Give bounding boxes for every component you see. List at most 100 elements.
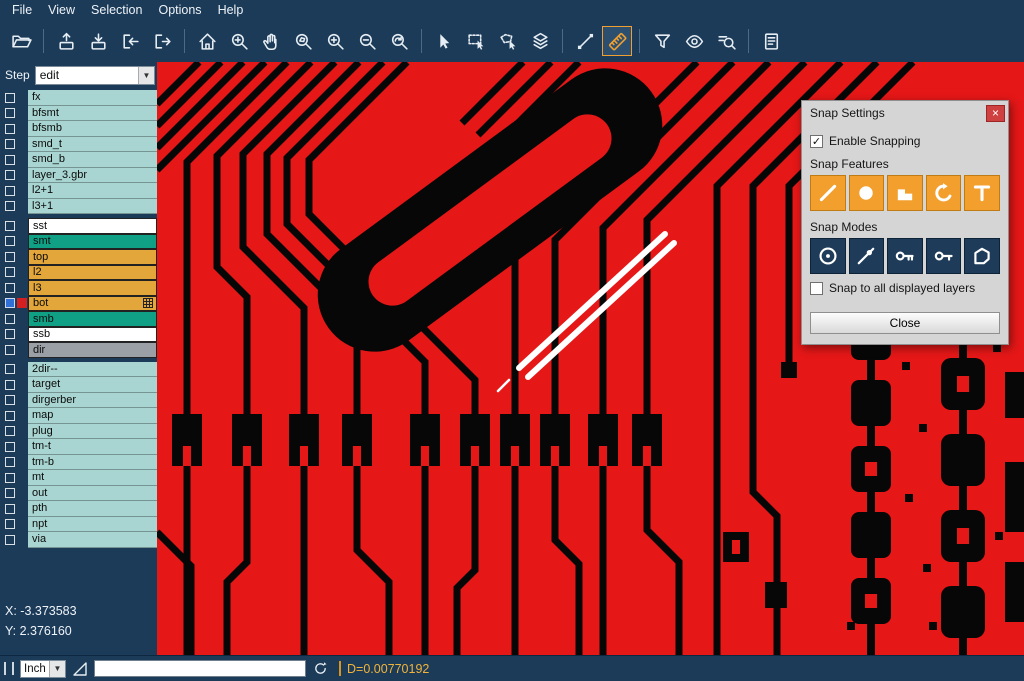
layer-row-via[interactable]: via xyxy=(0,532,157,548)
layer-label[interactable]: 2dir-- xyxy=(28,362,157,378)
layer-label[interactable]: out xyxy=(28,486,157,502)
close-button[interactable]: Close xyxy=(810,312,1000,334)
layer-label[interactable]: top xyxy=(28,249,157,265)
layer-row-l3[interactable]: l3 xyxy=(0,280,157,296)
layer-label[interactable]: l3 xyxy=(28,280,157,296)
layer-label[interactable]: l2+1 xyxy=(28,183,157,199)
layer-visibility-checkbox[interactable] xyxy=(5,201,15,211)
layer-row-dir[interactable]: dir xyxy=(0,342,157,358)
layer-visibility-checkbox[interactable] xyxy=(5,411,15,421)
snap-feature-text-button[interactable] xyxy=(964,175,1000,211)
checkbox-unchecked-icon[interactable] xyxy=(810,282,823,295)
snap-feature-line-button[interactable] xyxy=(810,175,846,211)
layer-row-bfsmt[interactable]: bfsmt xyxy=(0,106,157,122)
chevron-down-icon[interactable]: ▼ xyxy=(138,67,154,84)
angle-corner-icon[interactable] xyxy=(72,661,88,677)
toolbar-board-load-top-button[interactable] xyxy=(51,26,81,56)
layer-label[interactable]: layer_3.gbr xyxy=(28,168,157,184)
layer-visibility-checkbox[interactable] xyxy=(5,504,15,514)
layer-visibility-checkbox[interactable] xyxy=(5,298,15,308)
layer-visibility-checkbox[interactable] xyxy=(5,457,15,467)
layer-label[interactable]: via xyxy=(28,532,157,548)
layer-row-layer_3.gbr[interactable]: layer_3.gbr xyxy=(0,168,157,184)
layer-visibility-checkbox[interactable] xyxy=(5,380,15,390)
layer-visibility-checkbox[interactable] xyxy=(5,93,15,103)
layer-row-out[interactable]: out xyxy=(0,486,157,502)
layer-label[interactable]: tm-b xyxy=(28,455,157,471)
layer-visibility-checkbox[interactable] xyxy=(5,314,15,324)
toolbar-filter-button[interactable] xyxy=(647,26,677,56)
toolbar-select-poly-button[interactable] xyxy=(493,26,523,56)
layer-row-l2[interactable]: l2 xyxy=(0,265,157,281)
snap-feature-pad-button[interactable] xyxy=(849,175,885,211)
layer-label[interactable]: mt xyxy=(28,470,157,486)
layer-label[interactable]: ssb xyxy=(28,327,157,343)
toolbar-zoom-in-button[interactable] xyxy=(320,26,350,56)
toolbar-measure-ruler-button[interactable] xyxy=(602,26,632,56)
snap-mode-outline-button[interactable] xyxy=(964,238,1000,274)
layer-visibility-checkbox[interactable] xyxy=(5,252,15,262)
chevron-down-icon[interactable]: ▼ xyxy=(49,661,65,677)
toolbar-search-net-button[interactable] xyxy=(711,26,741,56)
layer-visibility-checkbox[interactable] xyxy=(5,221,15,231)
toolbar-import-left-button[interactable] xyxy=(115,26,145,56)
layer-label[interactable]: l2 xyxy=(28,265,157,281)
layer-label[interactable]: tm-t xyxy=(28,439,157,455)
toolbar-home-button[interactable] xyxy=(192,26,222,56)
unit-dropdown[interactable]: Inch ▼ xyxy=(20,660,66,678)
dialog-close-icon[interactable]: × xyxy=(986,105,1005,122)
snap-mode-key-button[interactable] xyxy=(926,238,962,274)
snap-all-layers-checkbox[interactable]: Snap to all displayed layers xyxy=(810,281,1000,295)
layer-visibility-checkbox[interactable] xyxy=(5,395,15,405)
layer-label[interactable]: l3+1 xyxy=(28,199,157,215)
layer-label[interactable]: sst xyxy=(28,218,157,234)
layer-row-smd_t[interactable]: smd_t xyxy=(0,137,157,153)
layer-label[interactable]: bfsmb xyxy=(28,121,157,137)
layer-label[interactable]: smd_t xyxy=(28,137,157,153)
layer-label[interactable]: dirgerber xyxy=(28,393,157,409)
layer-label[interactable]: smt xyxy=(28,234,157,250)
layer-row-plug[interactable]: plug xyxy=(0,424,157,440)
layer-label[interactable]: pth xyxy=(28,501,157,517)
layer-row-2dir--[interactable]: 2dir-- xyxy=(0,362,157,378)
layer-row-npt[interactable]: npt xyxy=(0,517,157,533)
command-input[interactable] xyxy=(94,660,306,677)
layer-visibility-checkbox[interactable] xyxy=(5,186,15,196)
layer-label[interactable]: map xyxy=(28,408,157,424)
layer-visibility-checkbox[interactable] xyxy=(5,442,15,452)
layer-label[interactable]: npt xyxy=(28,517,157,533)
layer-visibility-checkbox[interactable] xyxy=(5,108,15,118)
layer-label[interactable]: plug xyxy=(28,424,157,440)
toolbar-board-load-bottom-button[interactable] xyxy=(83,26,113,56)
toolbar-zoom-out-button[interactable] xyxy=(352,26,382,56)
toolbar-zoom-previous-button[interactable] xyxy=(384,26,414,56)
toolbar-select-pointer-button[interactable] xyxy=(429,26,459,56)
dialog-titlebar[interactable]: Snap Settings × xyxy=(802,101,1008,125)
step-dropdown[interactable]: edit ▼ xyxy=(35,66,155,85)
layer-label[interactable]: bfsmt xyxy=(28,106,157,122)
layer-visibility-checkbox[interactable] xyxy=(5,364,15,374)
snap-mode-on-line-button[interactable] xyxy=(849,238,885,274)
layer-row-smb[interactable]: smb xyxy=(0,311,157,327)
layer-row-tm-b[interactable]: tm-b xyxy=(0,455,157,471)
layer-visibility-checkbox[interactable] xyxy=(5,139,15,149)
layer-visibility-checkbox[interactable] xyxy=(5,267,15,277)
layer-label[interactable]: fx xyxy=(28,90,157,106)
layer-visibility-checkbox[interactable] xyxy=(5,236,15,246)
layer-row-map[interactable]: map xyxy=(0,408,157,424)
menu-view[interactable]: View xyxy=(40,1,83,19)
layer-visibility-checkbox[interactable] xyxy=(5,124,15,134)
toolbar-measure-line-button[interactable] xyxy=(570,26,600,56)
menu-file[interactable]: File xyxy=(4,1,40,19)
layer-visibility-checkbox[interactable] xyxy=(5,329,15,339)
layer-row-pth[interactable]: pth xyxy=(0,501,157,517)
layer-row-fx[interactable]: fx xyxy=(0,90,157,106)
layer-row-ssb[interactable]: ssb xyxy=(0,327,157,343)
toolbar-zoom-window-button[interactable] xyxy=(224,26,254,56)
layer-row-l3+1[interactable]: l3+1 xyxy=(0,199,157,215)
layer-row-l2+1[interactable]: l2+1 xyxy=(0,183,157,199)
menu-selection[interactable]: Selection xyxy=(83,1,150,19)
snap-mode-key-slot-button[interactable] xyxy=(887,238,923,274)
layer-row-smd_b[interactable]: smd_b xyxy=(0,152,157,168)
menu-help[interactable]: Help xyxy=(210,1,252,19)
